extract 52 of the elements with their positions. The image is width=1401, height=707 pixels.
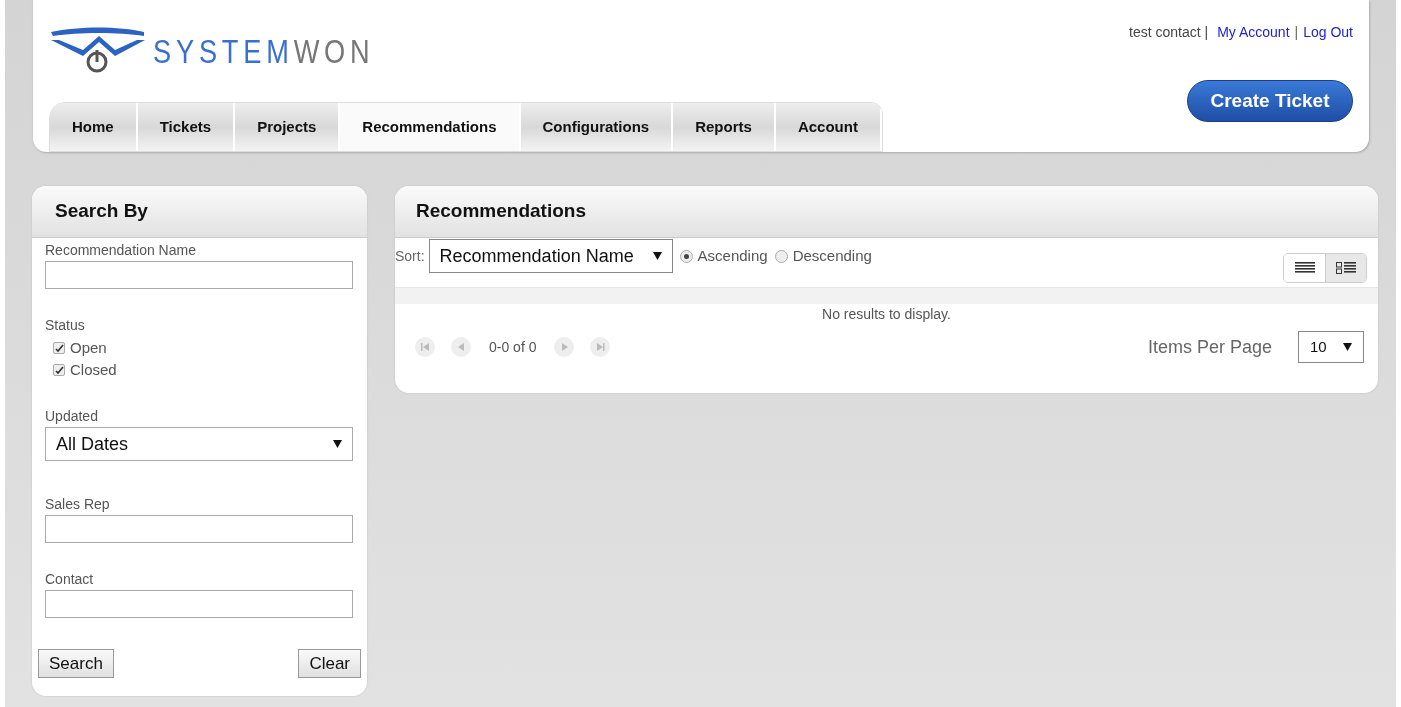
items-per-page-label: Items Per Page <box>1147 335 1272 359</box>
my-account-link[interactable]: My Account <box>1213 22 1290 43</box>
field-label: Recommendation Name <box>45 241 197 260</box>
field-label: Updated <box>45 407 99 426</box>
logo-text: SYSTEM <box>153 32 294 70</box>
nav-tab[interactable]: Account <box>775 103 882 151</box>
panel-title: Recommendations <box>416 199 586 224</box>
nav-tab[interactable]: Home <box>50 103 138 151</box>
last-page-button[interactable] <box>590 337 611 357</box>
checkbox-label: Closed <box>70 359 117 380</box>
link-separator: | <box>1294 23 1299 42</box>
nav-tab[interactable]: Projects <box>235 103 341 151</box>
user-name: test contact | <box>1129 23 1209 42</box>
caret-icon <box>652 252 662 260</box>
prev-page-button[interactable] <box>451 337 471 357</box>
page-range: 0-0 of 0 <box>488 337 538 357</box>
systemwon-logo[interactable]: SYSTEM WON <box>49 16 430 74</box>
updated-dropdown[interactable]: All Dates <box>45 427 353 461</box>
sort-order-radio[interactable] <box>679 249 693 263</box>
status-checkbox[interactable] <box>53 342 65 354</box>
sales-rep-field[interactable] <box>45 515 353 543</box>
nav-tab[interactable]: Recommendations <box>340 103 521 151</box>
field-label: Status <box>45 316 86 335</box>
caret-icon <box>333 440 342 448</box>
detail-list-icon <box>1336 262 1356 274</box>
first-page-button[interactable] <box>415 337 435 357</box>
items-per-page-dropdown[interactable]: 10 <box>1298 331 1364 363</box>
status-checkbox[interactable] <box>53 364 65 376</box>
contact-field[interactable] <box>45 590 353 618</box>
search-button[interactable]: Search <box>38 649 114 678</box>
nav-tab[interactable]: Configurations <box>520 103 674 151</box>
next-page-button[interactable] <box>554 337 575 357</box>
sort-label: Sort: <box>395 246 425 266</box>
detail-view-button[interactable] <box>1325 254 1366 282</box>
logo-text: WON <box>293 32 375 70</box>
field-label: Sales Rep <box>45 495 111 514</box>
nav-tab[interactable]: Reports <box>673 103 776 151</box>
empty-message: No results to display. <box>822 305 951 324</box>
panel-title: Search By <box>55 199 148 224</box>
field-label: Contact <box>45 570 95 589</box>
recommendation-name-field[interactable] <box>45 261 353 289</box>
sort-order-radio[interactable] <box>774 249 788 263</box>
radio-label: Descending <box>792 245 872 266</box>
sort-dropdown[interactable]: Recommendation Name <box>428 239 673 273</box>
checkbox-label: Open <box>70 337 107 358</box>
clear-button[interactable]: Clear <box>298 649 361 678</box>
nav-tab[interactable]: Tickets <box>137 103 236 151</box>
radio-label: Ascending <box>697 245 768 266</box>
caret-icon <box>1343 343 1352 351</box>
create-ticket-button[interactable]: Create Ticket <box>1187 80 1353 122</box>
list-icon <box>1294 262 1315 274</box>
log-out-link[interactable]: Log Out <box>1303 22 1353 43</box>
